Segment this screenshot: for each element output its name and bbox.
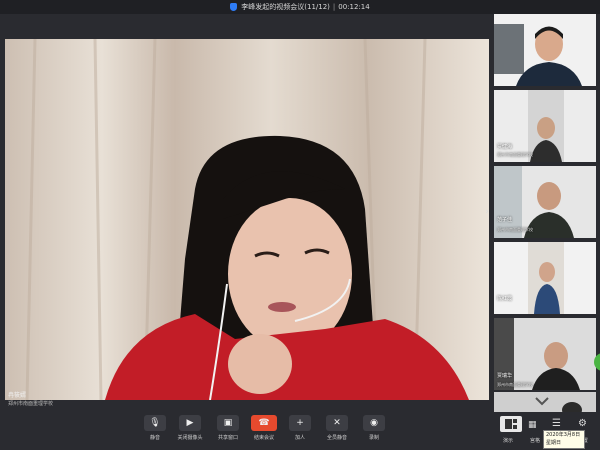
next-page-arrow[interactable]: ›	[483, 205, 491, 219]
gear-icon[interactable]: ⚙	[578, 418, 587, 429]
participant-name: 贾瑞华	[497, 373, 513, 379]
microphone-icon: 🎙	[144, 415, 166, 431]
mute-all-label: 全员静音	[326, 435, 347, 441]
date-text: 2020年3月8日	[546, 432, 581, 438]
mute-label: 静音	[149, 435, 160, 441]
participant-name: 范子佳	[497, 217, 513, 223]
participant-name: 贾健海	[497, 144, 513, 150]
meeting-title: 李峰发起的视频会议(11/12)	[241, 3, 330, 11]
participant-org: 郑州市南面重理学校	[497, 152, 533, 157]
camera-icon: ▶	[179, 415, 201, 431]
add-person-button[interactable]: + 加人	[281, 415, 319, 447]
participant-tile[interactable]: 陈红霞	[494, 242, 596, 314]
title-bar: 李峰发起的视频会议(11/12) | 00:12:14	[0, 0, 600, 14]
add-person-label: 加人	[294, 435, 305, 441]
speaker-org: 郑州市南面重理学校	[8, 401, 54, 407]
shield-icon	[230, 3, 238, 11]
participant-video	[494, 242, 596, 314]
date-tooltip: 2020年3月8日 星期日	[543, 430, 585, 449]
title-separator: |	[332, 3, 336, 11]
speaker-video-frame	[5, 39, 489, 400]
mute-all-button[interactable]: ✕ 全员静音	[318, 415, 356, 447]
record-icon: ◉	[363, 415, 385, 431]
hangup-icon: ☎	[251, 415, 277, 431]
grid-label: 宫格	[530, 438, 541, 444]
camera-off-button[interactable]: ▶ 关闭摄像头	[171, 415, 209, 447]
end-meeting-button[interactable]: ☎ 结束会议	[245, 415, 283, 447]
speaker-name: 冉筱婿	[8, 392, 27, 399]
add-person-icon: +	[289, 415, 311, 431]
mute-button[interactable]: 🎙 静音	[136, 415, 174, 447]
participant-video	[494, 14, 596, 86]
layout-icon	[505, 419, 517, 429]
record-button[interactable]: ◉ 录制	[355, 415, 393, 447]
participant-tile[interactable]: 贾健海 郑州市南面重理学校	[494, 90, 596, 162]
participant-video	[494, 392, 596, 414]
record-label: 录制	[368, 435, 379, 441]
participant-tile[interactable]: 范子佳 郑州市南面重理学校	[494, 166, 596, 238]
participant-tile-column: 贾健海 郑州市南面重理学校 范子佳 郑州市南面重理学校 陈红霞 贾瑞华 郑州市南…	[494, 14, 596, 414]
share-screen-icon: ▣	[217, 415, 239, 431]
grid-icon[interactable]: ▦	[528, 420, 537, 430]
participant-tile[interactable]: 贾瑞华 郑州市南面重理学校	[494, 318, 596, 390]
camera-off-label: 关闭摄像头	[177, 435, 203, 441]
participant-org: 郑州市南面重理学校	[497, 227, 533, 232]
participant-org: 郑州市南面重理学校	[497, 382, 533, 387]
menu-icon[interactable]: ☰	[552, 418, 561, 429]
share-window-button[interactable]: ▣ 共享窗口	[209, 415, 247, 447]
end-meeting-label: 结束会议	[253, 435, 274, 441]
participant-tile[interactable]	[494, 392, 596, 414]
share-window-label: 共享窗口	[217, 435, 238, 441]
presentation-label: 演示	[503, 438, 514, 444]
participant-tile[interactable]	[494, 14, 596, 86]
main-video[interactable]	[5, 39, 489, 400]
participant-video	[494, 318, 596, 390]
meeting-timer: 00:12:14	[338, 3, 370, 11]
presentation-layout-button[interactable]	[500, 416, 522, 432]
weekday-text: 星期日	[546, 440, 562, 446]
participant-name: 陈红霞	[497, 296, 513, 302]
mute-all-icon: ✕	[326, 415, 348, 431]
